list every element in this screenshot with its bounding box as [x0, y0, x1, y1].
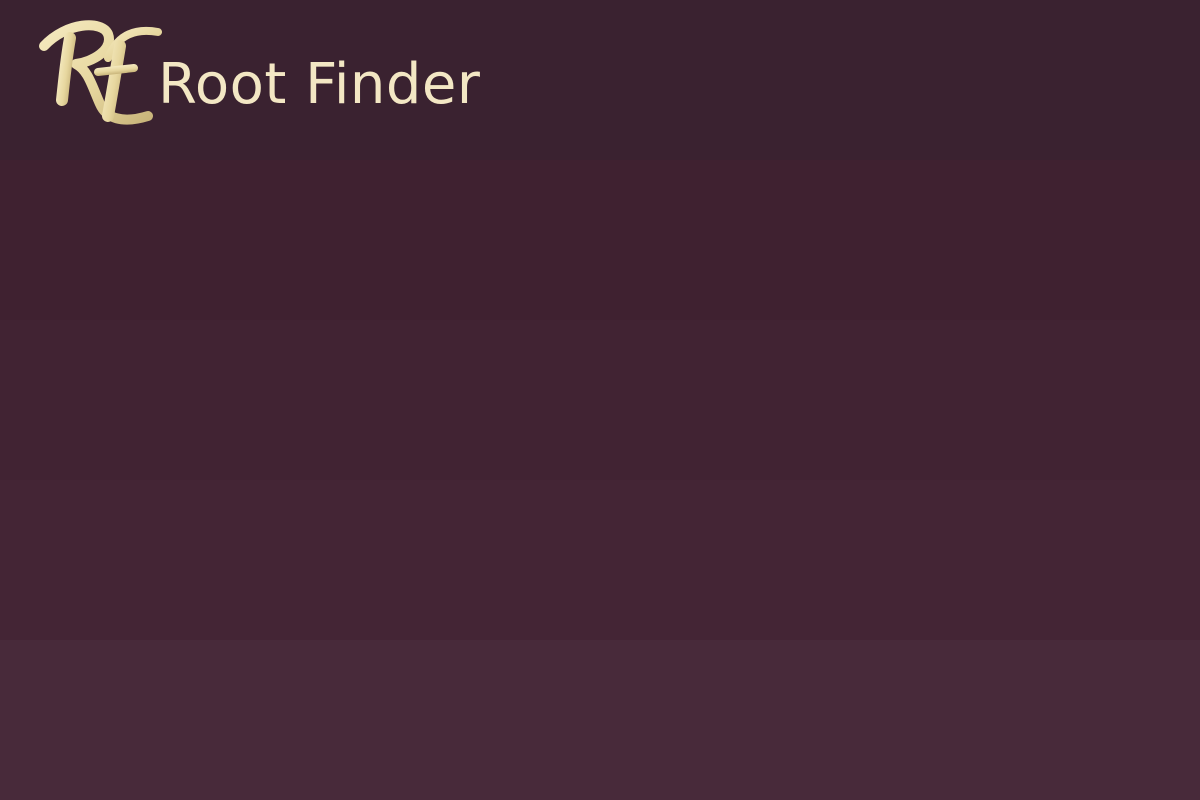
background-band-4 — [0, 480, 1200, 640]
rf-logo-icon[interactable] — [36, 12, 162, 132]
page: Root Finder — [0, 0, 1200, 800]
background-band-3 — [0, 320, 1200, 480]
background-band-2 — [0, 160, 1200, 320]
header: Root Finder — [36, 12, 480, 132]
background-band-5 — [0, 640, 1200, 800]
brand-name: Root Finder — [158, 52, 481, 117]
